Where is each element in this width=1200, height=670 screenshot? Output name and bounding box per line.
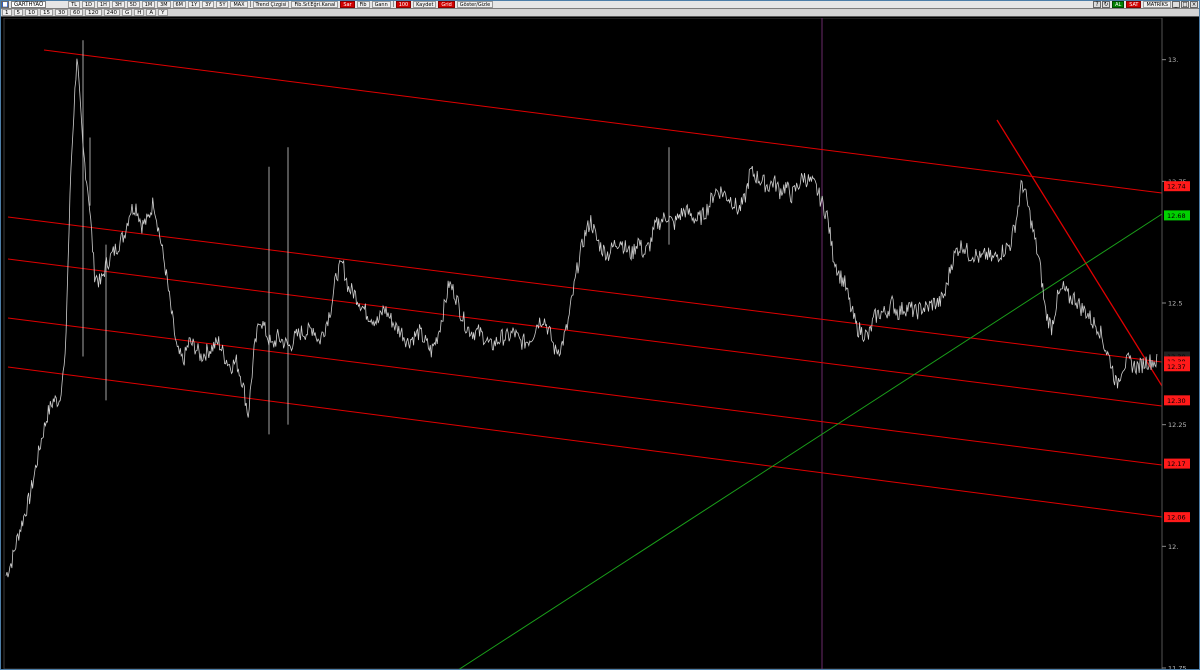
support-trend-line xyxy=(457,213,1163,670)
channel-line-5 xyxy=(7,366,1163,518)
currency-label: TL xyxy=(71,1,77,8)
interval-button[interactable]: 60 xyxy=(70,9,83,16)
interval-button[interactable]: 15 xyxy=(40,9,53,16)
level-label: 12.68 xyxy=(1167,212,1186,220)
chart-drawings xyxy=(3,18,1163,670)
period-button[interactable]: 6M xyxy=(172,0,186,8)
drawing-tool-select[interactable]: Trend Çizgisi xyxy=(252,0,290,8)
grid-label: Grid xyxy=(441,1,452,8)
downtrend-line xyxy=(996,119,1163,387)
interval-button[interactable]: 5 xyxy=(13,9,23,16)
axis-tick-label: 11.75 xyxy=(1168,665,1187,670)
period-button[interactable]: 3M xyxy=(157,0,171,8)
sell-tab[interactable]: SAT xyxy=(1126,1,1142,8)
axis-tick-label: 13. xyxy=(1168,56,1178,64)
interval-button[interactable]: 10 xyxy=(25,9,38,16)
currency-button[interactable]: TL xyxy=(68,0,80,8)
refresh-icon[interactable]: ↻ xyxy=(1102,1,1111,8)
period-button[interactable]: 1D xyxy=(82,0,95,8)
period-button[interactable]: 5Y xyxy=(216,0,229,8)
save-label: Kaydet xyxy=(416,1,434,8)
symbol-input[interactable]: GARTHYAO xyxy=(11,0,47,8)
maximize-icon[interactable]: □ xyxy=(1181,1,1189,8)
period-button[interactable]: 3Y xyxy=(202,0,215,8)
level-label: 12.37 xyxy=(1167,363,1186,371)
interval-button[interactable]: Y xyxy=(158,9,168,16)
period-button[interactable]: 1H xyxy=(96,0,110,8)
price-line xyxy=(5,58,1158,578)
price-chart[interactable]: 13.12.7512.512.2512.11.75 12.7412.6812.3… xyxy=(0,18,1200,670)
help-icon[interactable]: ? xyxy=(1093,1,1102,8)
sar-label: Sar xyxy=(343,1,352,8)
interval-button[interactable]: G xyxy=(122,9,133,16)
symbol-value: GARTHYAO xyxy=(14,0,44,8)
period-button[interactable]: 3H xyxy=(111,0,125,8)
gann-label: Gann xyxy=(374,1,388,8)
matriks-tab[interactable]: MATRİKS xyxy=(1143,1,1171,8)
indicator-select[interactable]: Fib.Sıf.Eğri.Kanal xyxy=(291,0,339,8)
buy-tab-label: AL xyxy=(1115,2,1122,8)
zoom-button[interactable]: 100 xyxy=(395,0,412,8)
sar-button[interactable]: Sar xyxy=(340,0,355,8)
buy-tab[interactable]: AL xyxy=(1112,1,1125,8)
save-button[interactable]: Kaydet xyxy=(413,0,437,8)
interval-button[interactable]: 30 xyxy=(55,9,68,16)
axis-tick-label: 12.25 xyxy=(1168,421,1187,429)
price-series xyxy=(5,40,1158,578)
axis-tick-label: 12. xyxy=(1168,543,1178,551)
period-button[interactable]: 5D xyxy=(126,0,140,8)
interval-button[interactable]: 1 xyxy=(2,9,12,16)
period-button[interactable]: 1M xyxy=(141,0,156,8)
level-label: 12.30 xyxy=(1167,397,1186,405)
secondary-toolbar: 1 5 10 15 30 60 120 240 G H A Y xyxy=(0,9,1200,17)
legend-toggle-label: Göster/Gizle xyxy=(459,1,491,8)
divider xyxy=(249,1,251,7)
sell-tab-label: SAT xyxy=(1129,2,1139,8)
gann-button[interactable]: Gann xyxy=(371,0,391,8)
level-label: 12.06 xyxy=(1167,514,1186,522)
plot-frame xyxy=(3,18,1163,670)
fib-button[interactable]: Fib xyxy=(356,0,370,8)
zoom-value: 100 xyxy=(398,1,409,8)
interval-button[interactable]: 240 xyxy=(103,9,120,16)
period-button[interactable]: MAX xyxy=(230,0,248,8)
indicator-label: Fib.Sıf.Eğri.Kanal xyxy=(294,1,336,8)
drawing-tool-label: Trend Çizgisi xyxy=(255,1,287,8)
axis-tick-label: 12.5 xyxy=(1168,300,1182,308)
right-tabs: ? ↻ AL SAT MATRİKS _ □ × xyxy=(1092,0,1198,9)
interval-button[interactable]: H xyxy=(134,9,145,16)
legend-toggle-button[interactable]: Göster/Gizle xyxy=(456,0,494,8)
minimize-icon[interactable]: _ xyxy=(1172,1,1180,8)
main-toolbar: ■ GARTHYAO TL 1D 1H 3H 5D 1M 3M 6M 1Y 3Y 5Y MAX Tr… xyxy=(0,0,1200,9)
channel-line-1 xyxy=(43,49,1163,194)
period-button[interactable]: 1Y xyxy=(187,0,201,8)
fib-label: Fib xyxy=(359,1,367,8)
app-icon: ■ xyxy=(1,0,9,8)
level-label: 12.74 xyxy=(1167,183,1186,191)
divider xyxy=(392,1,394,7)
matriks-tab-label: MATRİKS xyxy=(1146,2,1168,8)
level-labels: 12.7412.6812.3912.3812.3712.3012.1712.06 xyxy=(1164,181,1190,523)
close-icon[interactable]: × xyxy=(1190,1,1198,8)
channel-line-3 xyxy=(7,258,1163,407)
price-axis: 13.12.7512.512.2512.11.75 xyxy=(1161,18,1187,670)
interval-button[interactable]: 120 xyxy=(85,9,102,16)
interval-button[interactable]: A xyxy=(146,9,157,16)
level-label: 12.17 xyxy=(1167,460,1186,468)
grid-button[interactable]: Grid xyxy=(438,0,455,8)
